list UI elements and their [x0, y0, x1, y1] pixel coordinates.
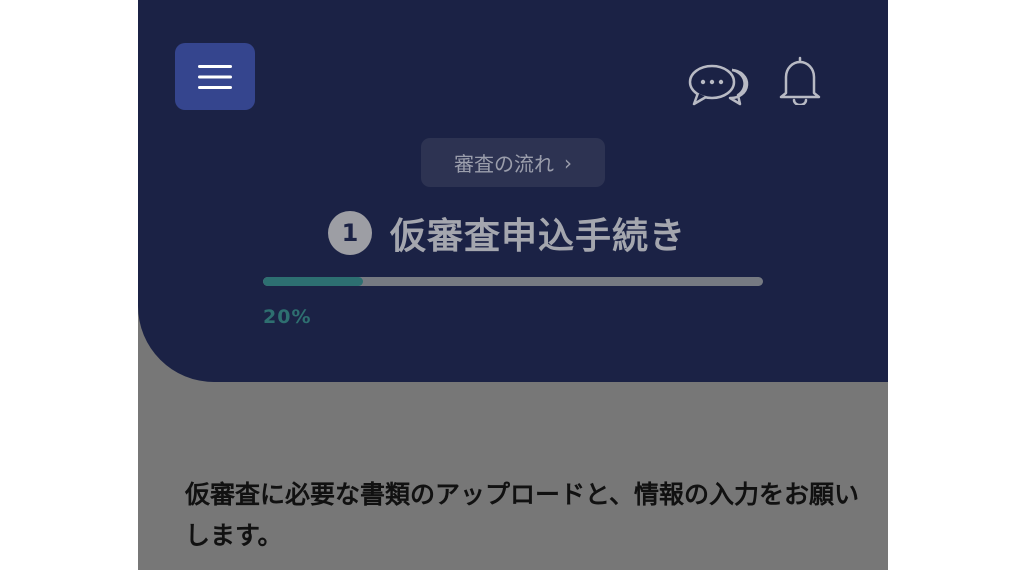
notification-button[interactable]: [778, 55, 822, 107]
chat-button[interactable]: [686, 62, 750, 106]
instruction-text: 仮審査に必要な書類のアップロードと、情報の入力をお願いします。: [185, 480, 860, 550]
progress-bar: [263, 277, 763, 286]
step-heading: 1 仮審査申込手続き: [328, 208, 686, 258]
progress-bar-fill: [263, 277, 363, 286]
review-flow-link[interactable]: 審査の流れ ›: [421, 138, 605, 187]
header-panel: 審査の流れ › 1 仮審査申込手続き 20%: [138, 0, 888, 382]
chevron-right-icon: ›: [564, 150, 572, 175]
menu-icon: [198, 64, 232, 89]
menu-button[interactable]: [175, 43, 255, 110]
progress-percent: 20%: [263, 306, 312, 328]
step-title: 仮審査申込手続き: [390, 216, 687, 257]
review-flow-label: 審査の流れ: [454, 152, 554, 176]
chat-icon: [688, 64, 749, 106]
app-screen: 審査の流れ › 1 仮審査申込手続き 20% 仮審査に必要な書類のアップロードと…: [138, 0, 888, 570]
step-number-badge: 1: [328, 211, 372, 255]
bell-icon: [779, 56, 821, 107]
